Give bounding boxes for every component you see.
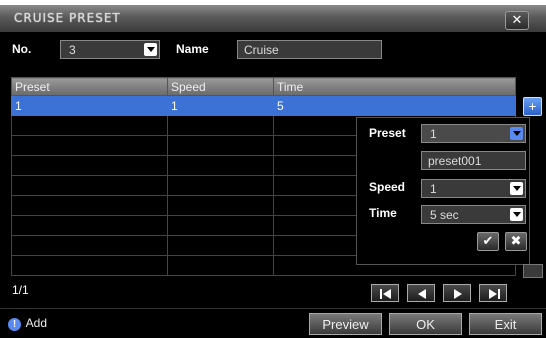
cell-time: 5 bbox=[273, 95, 516, 116]
chevron-down-icon bbox=[510, 127, 523, 140]
no-select-value: 3 bbox=[69, 43, 76, 57]
status-text: Add bbox=[25, 316, 48, 330]
cancel-button[interactable]: ✖ bbox=[505, 232, 527, 251]
preset-name-field[interactable]: preset001 bbox=[421, 151, 526, 170]
chevron-down-icon bbox=[144, 43, 157, 56]
add-preset-button[interactable]: + bbox=[523, 97, 542, 116]
first-page-icon bbox=[380, 289, 391, 299]
close-icon: ✕ bbox=[511, 12, 523, 27]
name-label: Name bbox=[176, 42, 209, 56]
popup-time-value: 5 sec bbox=[430, 208, 459, 222]
first-page-button[interactable] bbox=[371, 284, 399, 302]
dialog-title: CRUISE PRESET bbox=[14, 11, 121, 25]
cell-speed: 1 bbox=[167, 95, 274, 116]
status-text-wrap: ! Add bbox=[8, 316, 47, 331]
popup-preset-label: Preset bbox=[369, 126, 406, 140]
next-page-button[interactable] bbox=[443, 284, 471, 302]
confirm-button[interactable]: ✔ bbox=[477, 232, 499, 251]
column-header-speed[interactable]: Speed bbox=[167, 77, 274, 96]
bottom-bar: ! Add Preview OK Exit bbox=[0, 308, 546, 338]
next-page-icon bbox=[454, 289, 462, 299]
no-select[interactable]: 3 bbox=[60, 40, 160, 59]
last-page-button[interactable] bbox=[479, 284, 507, 302]
title-bar: CRUISE PRESET ✕ bbox=[0, 5, 546, 32]
popup-speed-label: Speed bbox=[369, 180, 406, 194]
cell-preset: 1 bbox=[11, 95, 168, 116]
popup-speed-value: 1 bbox=[430, 182, 437, 196]
check-icon: ✔ bbox=[482, 233, 494, 248]
preview-button[interactable]: Preview bbox=[309, 313, 382, 335]
popup-time-select[interactable]: 5 sec bbox=[421, 205, 526, 224]
popup-speed-select[interactable]: 1 bbox=[421, 179, 526, 198]
popup-time-label: Time bbox=[369, 206, 397, 220]
prev-page-button[interactable] bbox=[407, 284, 435, 302]
info-icon: ! bbox=[8, 318, 21, 331]
exit-button[interactable]: Exit bbox=[469, 313, 542, 335]
plus-icon: + bbox=[528, 98, 537, 114]
last-page-icon bbox=[489, 289, 500, 299]
cruise-preset-dialog: CRUISE PRESET ✕ No. 3 Name Cruise Preset… bbox=[0, 5, 546, 338]
ok-button[interactable]: OK bbox=[389, 313, 462, 335]
x-icon: ✖ bbox=[510, 233, 522, 248]
preset-edit-popup: Preset 1 preset001 Speed 1 Time 5 sec ✔ … bbox=[356, 117, 530, 265]
chevron-down-icon bbox=[510, 208, 523, 221]
page-indicator: 1/1 bbox=[12, 283, 29, 297]
side-scroll-button[interactable] bbox=[523, 264, 543, 278]
column-header-preset[interactable]: Preset bbox=[11, 77, 168, 96]
no-label: No. bbox=[12, 42, 32, 56]
popup-preset-value: 1 bbox=[430, 127, 437, 141]
column-header-time[interactable]: Time bbox=[273, 77, 516, 96]
name-field[interactable]: Cruise bbox=[237, 40, 382, 59]
close-button[interactable]: ✕ bbox=[505, 11, 529, 30]
prev-page-icon bbox=[418, 289, 426, 299]
table-row[interactable]: 1 1 5 bbox=[11, 95, 516, 116]
chevron-down-icon bbox=[510, 182, 523, 195]
popup-preset-select[interactable]: 1 bbox=[421, 124, 526, 143]
